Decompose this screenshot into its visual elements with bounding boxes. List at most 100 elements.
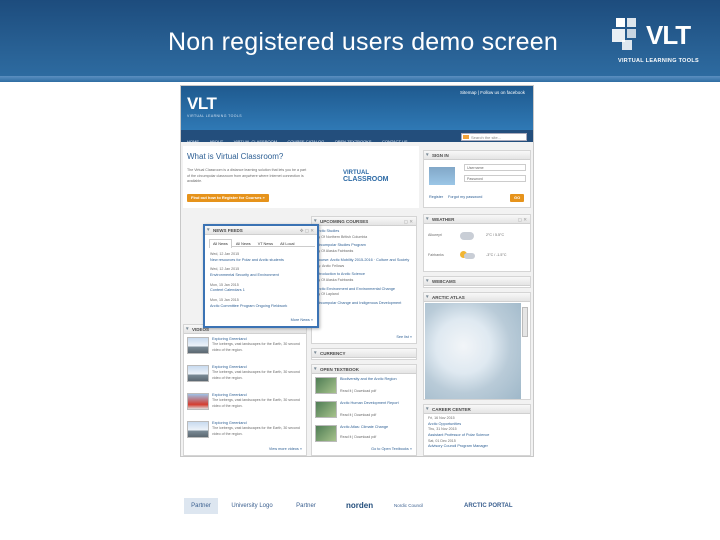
news-panel: NEWS FEEDS✥ ▢ ✕ All News All News VT New… [203,224,319,328]
videos-panel: VIDEOS Exploring Greenland The icebergs,… [183,324,307,456]
logo-text: VLT [646,20,691,50]
arctic-map[interactable] [425,303,521,399]
site-screenshot: VLT VIRTUAL LEARNING TOOLS Sitemap | Fol… [180,85,534,457]
intro-body: The Virtual Classroom is a distance lear… [187,168,307,184]
textbook-panel: OPEN TEXTBOOK Biodiversity and the Arcti… [311,364,417,456]
news-tabs: All News All News VT News All Local [209,239,315,248]
video-desc: The icebergs, vast landscapes for the Ea… [212,426,300,436]
atlas-panel: ARCTIC ATLAS [423,292,531,400]
partner-logo[interactable]: Partner [286,498,326,514]
news-tab[interactable]: All News [209,239,232,248]
signin-panel: SIGN IN Username Password Register Forgo… [423,150,531,208]
nav-about[interactable]: ABOUT [209,139,223,144]
intro-panel: What is Virtual Classroom? The Virtual C… [183,146,419,208]
nav-virtual-classroom[interactable]: VIRTUAL CLASSROOM [234,139,277,144]
video-thumbnail[interactable] [187,365,209,382]
news-title-link[interactable]: New resources for Polar and Arctic stude… [210,258,316,264]
slide-title: Non registered users demo screen [168,28,558,56]
partner-logo[interactable]: ARCTIC PORTAL [464,498,530,514]
weather-city-2: Fairbanks [428,253,444,257]
career-title[interactable]: Assistant Professor of Polar Science [428,433,489,439]
courses-title: UPCOMING COURSES [320,219,369,224]
logo-subtitle: VIRTUAL LEARNING TOOLS [618,58,699,64]
atlas-header: ARCTIC ATLAS [424,293,530,302]
nav-course-catalog[interactable]: COURSE CATALOG [287,139,324,144]
video-thumbnail[interactable] [187,421,209,438]
video-desc: The icebergs, vast landscapes for the Ea… [212,398,300,408]
news-tab[interactable]: All News [233,240,254,248]
map-zoom-controls[interactable] [522,307,528,337]
course-title[interactable]: Course: Arctic Mobility 2015-2016 · Cult… [316,258,416,264]
textbook-meta[interactable]: Read it | Download pdf [340,435,376,441]
partner-logo[interactable]: University Logo [226,498,278,514]
news-tab[interactable]: All Local [277,240,297,248]
partner-logos: Partner University Logo Partner norden N… [180,494,534,520]
partner-logo[interactable]: Partner [184,498,218,514]
partner-logo[interactable]: Nordic Council [394,498,458,514]
textbook-meta[interactable]: Read it | Download pdf [340,413,376,419]
search-input[interactable]: Search the site... [461,133,527,141]
video-desc: The icebergs, vast landscapes for the Ea… [212,370,300,380]
textbook-header: OPEN TEXTBOOK [312,365,416,374]
webcam-header[interactable]: WEBCAMS [424,277,530,286]
course-by: By Of Northern British Columbia [316,234,368,239]
site-logo[interactable]: VLT VIRTUAL LEARNING TOOLS [187,94,242,118]
courses-panel: UPCOMING COURSES▢ ✕ Arctic Studies By Of… [311,216,417,344]
currency-header[interactable]: CURRENCY [312,349,416,358]
forgot-password-link[interactable]: Forgot my password [448,195,482,201]
textbook-title[interactable]: Arctic Atlas: Climate Change [340,425,414,431]
partly-cloudy-icon [464,253,475,259]
careers-header: CAREER CENTER [424,405,530,414]
site-logo-sub: VIRTUAL LEARNING TOOLS [187,114,242,118]
textbook-cover[interactable] [315,377,337,394]
nav-open-textbooks[interactable]: OPEN TEXTBOOKS [335,139,372,144]
course-by: By Of Lapland [316,292,339,297]
site-logo-text: VLT [187,94,217,113]
video-thumbnail[interactable] [187,337,209,354]
currency-panel: CURRENCY [311,348,417,360]
news-title-link[interactable]: Content Calendars 1 [210,288,316,294]
partner-logo[interactable]: norden [346,498,388,514]
signin-logo [429,167,455,185]
textbook-cover[interactable] [315,401,337,418]
top-links[interactable]: Sitemap | Follow us on facebook [460,90,525,95]
signin-go-button[interactable]: GO [510,194,525,202]
career-title[interactable]: Advisory Council Program Manager [428,444,489,450]
video-thumbnail[interactable] [187,393,209,410]
news-more-link[interactable]: More News » [291,318,313,324]
nav-contact[interactable]: CONTACT US [382,139,408,144]
register-cta-button[interactable]: Find out how to Register for Courses » [187,194,269,202]
weather-temp-2: -3°C / -1.5°C [486,253,507,257]
courses-more-link[interactable]: See list » [396,335,412,341]
textbook-cover[interactable] [315,425,337,442]
textbook-title[interactable]: Arctic Human Development Report [340,401,414,407]
careers-panel: CAREER CENTER Fri, 16 Nov 2015 Arctic Op… [423,404,531,456]
video-desc: The icebergs, vast landscapes for the Ea… [212,342,300,352]
intro-heading: What is Virtual Classroom? [187,152,284,161]
password-input[interactable]: Password [464,175,526,182]
vc-logo-line2: CLASSROOM [343,176,389,183]
site-header: VLT VIRTUAL LEARNING TOOLS Sitemap | Fol… [181,86,533,130]
webcam-panel: WEBCAMS [423,276,531,288]
courses-header: UPCOMING COURSES▢ ✕ [312,217,416,226]
cloudy-icon [460,232,474,240]
textbook-meta[interactable]: Read it | Download pdf [340,389,376,395]
nav-home[interactable]: HOME [187,139,199,144]
course-by: By: Arctic Fellows [316,263,345,268]
register-link[interactable]: Register [429,195,443,201]
signin-header: SIGN IN [424,151,530,160]
textbook-title[interactable]: Biodiversity and the Arctic Region [340,377,414,383]
news-title-link[interactable]: Arctic Committee Program Ongoing Fieldwo… [210,304,316,310]
course-by: By Of Alaska Fairbanks [316,277,354,282]
course-title[interactable]: Circumpolar Change and Indigenous Develo… [316,301,416,307]
textbook-more-link[interactable]: Go to Open Textbooks » [371,447,412,453]
news-header: NEWS FEEDS✥ ▢ ✕ [205,226,317,235]
news-tab[interactable]: VT News [255,240,276,248]
news-title-link[interactable]: Environmental Security and Environment [210,273,316,279]
weather-title: WEATHER [432,217,455,222]
weather-temp-1: 2°C / 5.5°C [486,233,505,237]
username-input[interactable]: Username [464,164,526,171]
virtual-classroom-logo: VIRTUAL CLASSROOM [343,158,407,194]
course-by: By Of Alaska Fairbanks [316,249,354,254]
videos-more-link[interactable]: View more videos » [269,447,302,453]
